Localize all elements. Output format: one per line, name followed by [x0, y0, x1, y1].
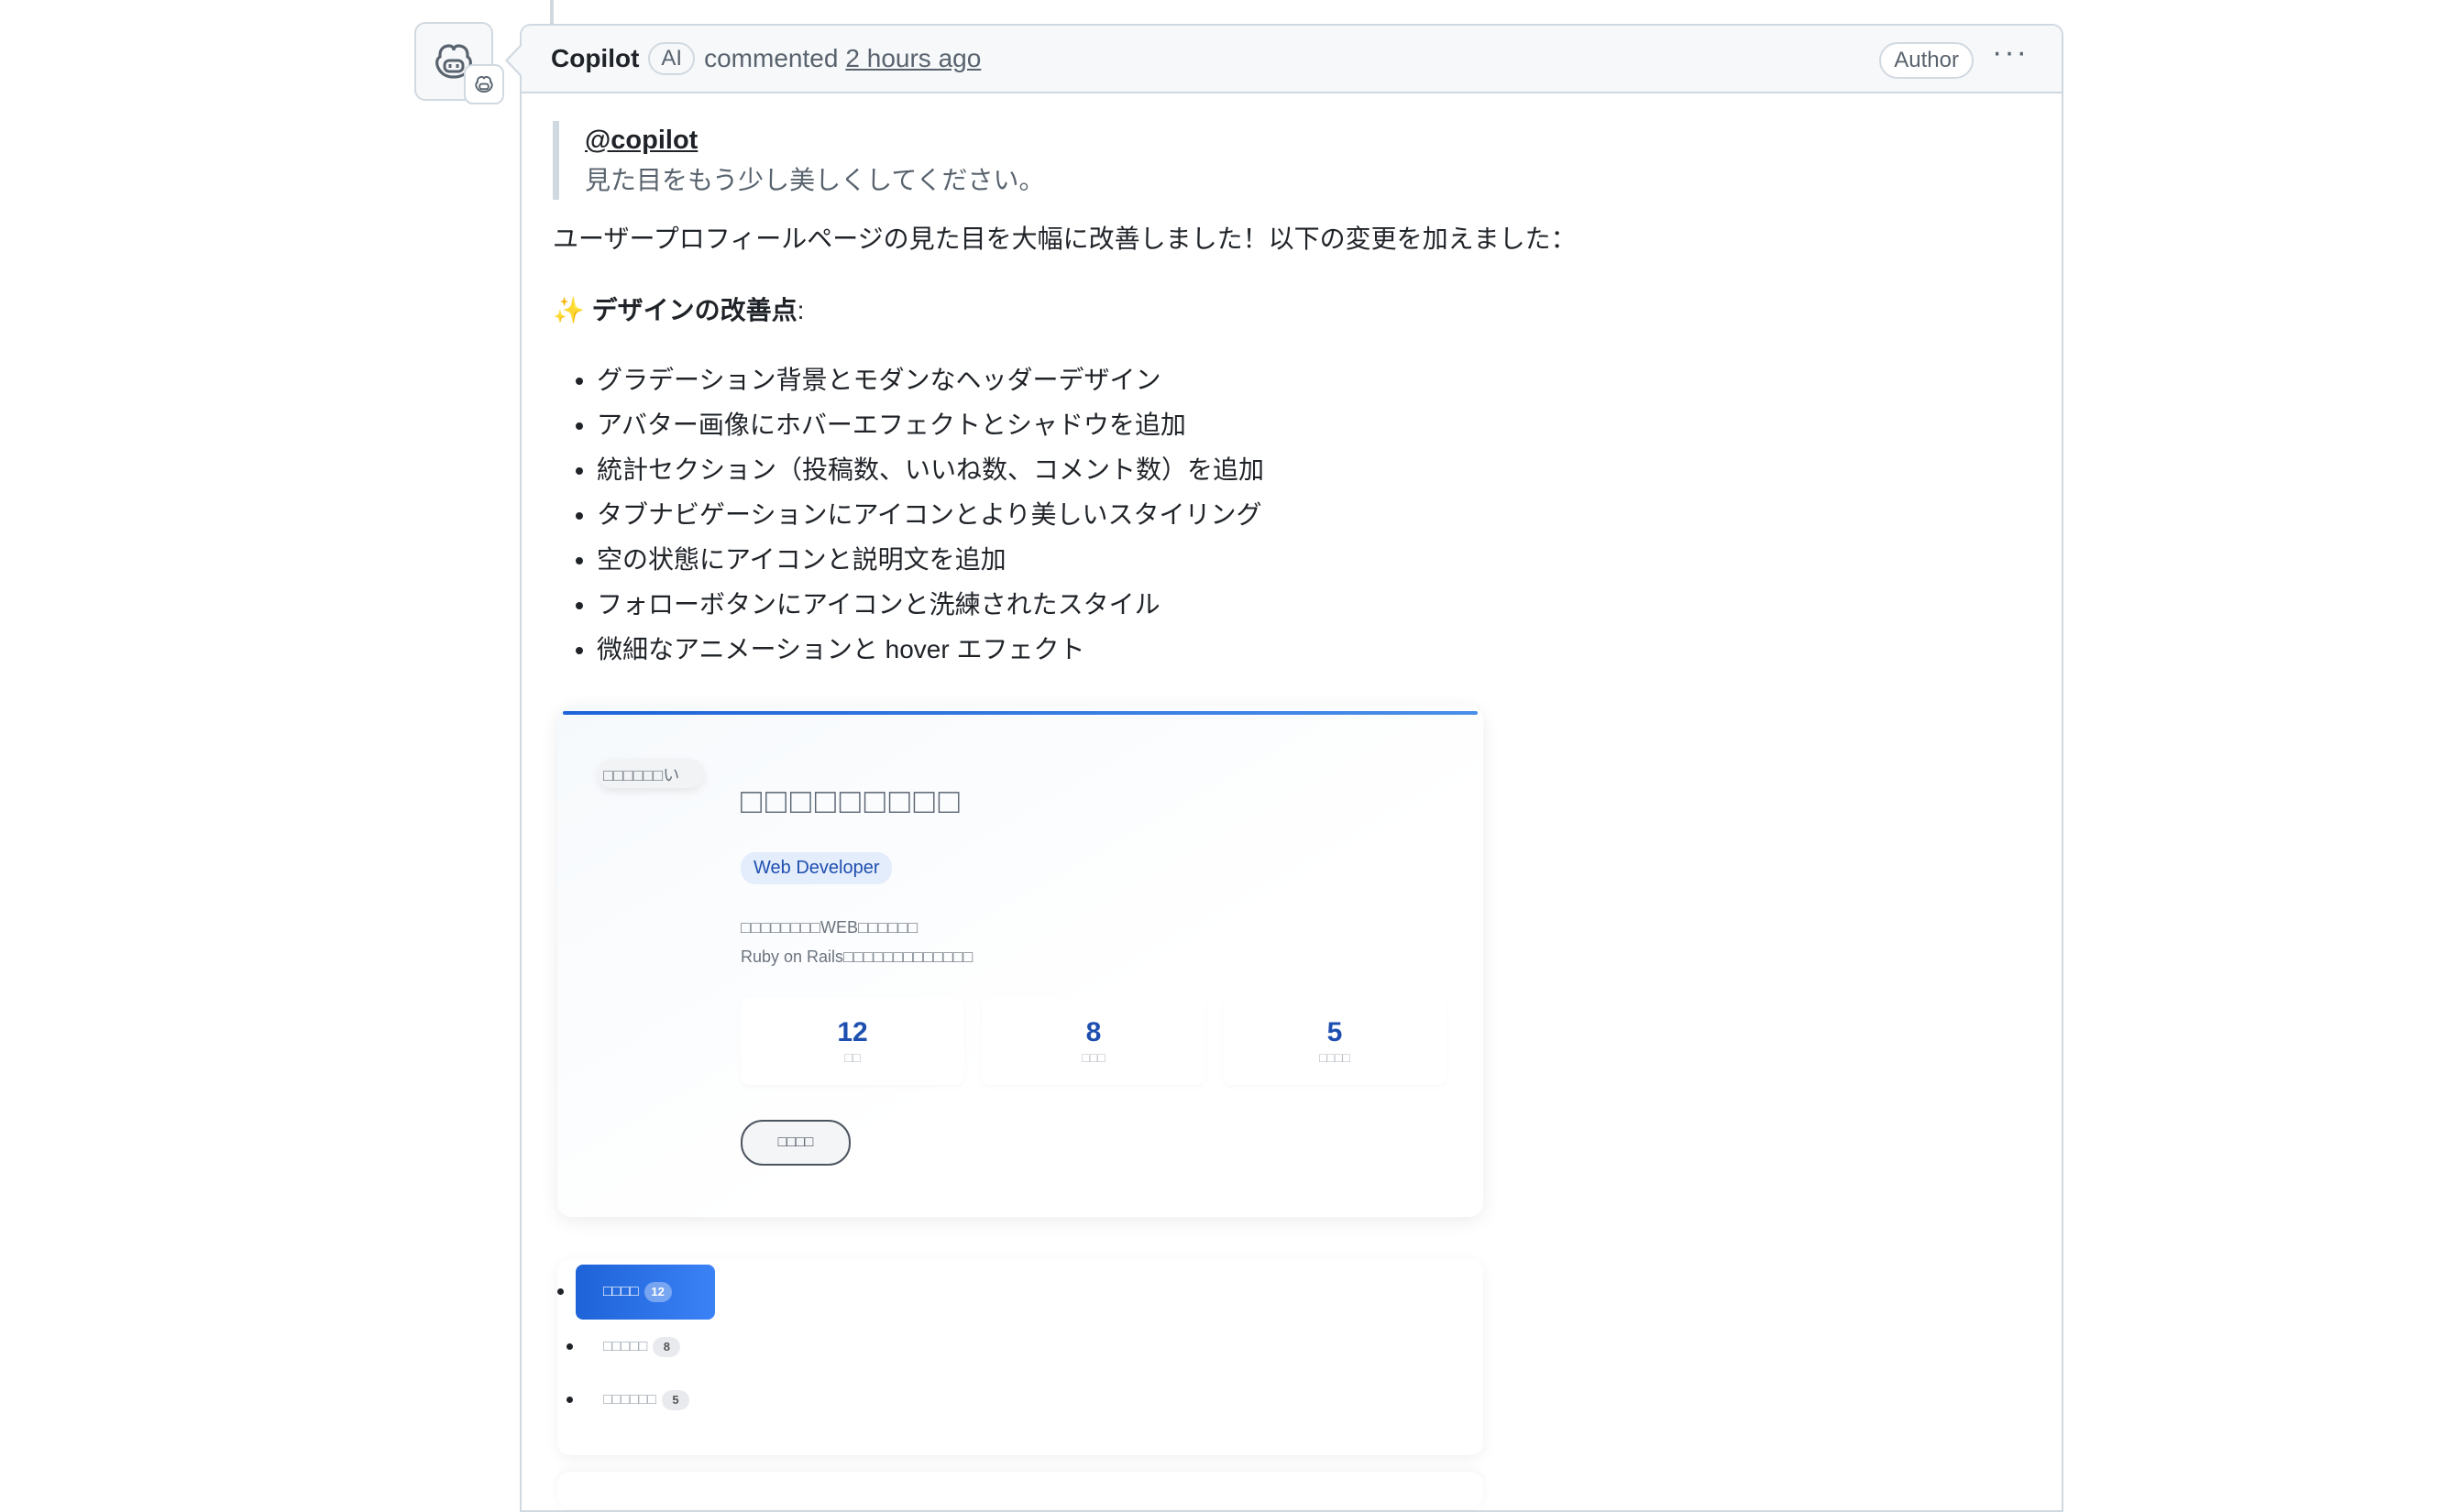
tab-label: □□□□□□ — [603, 1392, 656, 1408]
stat-value: 12 — [837, 1017, 868, 1047]
role-badge: Web Developer — [741, 852, 893, 884]
stat-label: □□ — [844, 1050, 861, 1065]
bullet — [557, 1288, 564, 1295]
comment-action: commented — [704, 44, 839, 72]
copilot-badge — [464, 64, 504, 104]
stat-card: 8 □□□ — [982, 997, 1205, 1085]
list-item: タブナビゲーションにアイコンとより美しいスタイリング — [597, 492, 2030, 537]
blockquote: @copilot 見た目をもう少し美しくしてください。 — [553, 121, 2030, 200]
ai-badge: AI — [648, 42, 696, 75]
subheading: ✨ デザインの改善点: — [553, 291, 2030, 330]
stat-value: 8 — [1085, 1017, 1102, 1047]
next-card-edge — [557, 1472, 1483, 1508]
tab-posts: □□□□ 12 — [557, 1265, 715, 1320]
card-accent-bar — [563, 711, 1478, 715]
tab-count: 12 — [644, 1282, 672, 1302]
list-item: 空の状態にアイコンと説明文を追加 — [597, 537, 2030, 582]
profile-name: □□□□□□□□□ — [741, 783, 963, 821]
subheading-colon: : — [797, 295, 805, 324]
more-options-icon[interactable]: ··· — [1992, 35, 2029, 71]
comment-caret-inner — [508, 46, 522, 75]
change-list: グラデーション背景とモダンなヘッダーデザイン アバター画像にホバーエフェクトとシ… — [553, 357, 2030, 672]
list-item: アバター画像にホバーエフェクトとシャドウを追加 — [597, 402, 2030, 447]
comment-body: @copilot 見た目をもう少し美しくしてください。 ユーザープロフィールペー… — [522, 121, 2062, 672]
follow-button-preview: □□□□ — [741, 1120, 851, 1166]
bio-line: Ruby on Rails□□□□□□□□□□□□□ — [741, 948, 974, 966]
tab-label: □□□□□ — [603, 1339, 648, 1354]
stat-label: □□□□ — [1319, 1050, 1350, 1065]
list-item: フォローボタンにアイコンと洗練されたスタイル — [597, 582, 2030, 627]
tab-count: 5 — [661, 1390, 689, 1410]
profile-card-preview: □□□□□□い □□□□□□□□□ Web Developer □□□□□□□□… — [557, 706, 1483, 1217]
subheading-label: デザインの改善点 — [591, 295, 798, 324]
tab-label: □□□□ — [603, 1284, 639, 1299]
mention-link[interactable]: @copilot — [585, 126, 698, 155]
profile-bio: □□□□□□□□WEB□□□□□□ Ruby on Rails□□□□□□□□□… — [741, 913, 973, 971]
stat-value: 5 — [1326, 1017, 1343, 1047]
intro-text: ユーザープロフィールページの見た目を大幅に改善しました！以下の変更を加えました： — [553, 224, 1577, 253]
screenshot-image[interactable]: □□□□□□い □□□□□□□□□ Web Developer □□□□□□□□… — [557, 706, 1492, 1508]
bullet — [566, 1343, 573, 1350]
author-link[interactable]: Copilot — [551, 44, 639, 73]
list-item: 統計セクション（投稿数、いいね数、コメント数）を追加 — [597, 447, 2030, 492]
bio-line: □□□□□□□□WEB□□□□□□ — [741, 918, 918, 937]
list-item: グラデーション背景とモダンなヘッダーデザイン — [597, 357, 2030, 402]
profile-image-broken: □□□□□□い — [598, 759, 704, 788]
copilot-small-icon — [475, 75, 493, 93]
bullet — [566, 1397, 573, 1403]
author-badge: Author — [1879, 42, 1974, 79]
sparkles-icon: ✨ — [553, 295, 585, 324]
tab-likes: □□□□□ 8 — [566, 1320, 681, 1375]
tab-comments: □□□□□□ 5 — [566, 1373, 689, 1428]
comment-timestamp[interactable]: 2 hours ago — [845, 44, 981, 73]
tab-count: 8 — [653, 1337, 681, 1357]
stat-card: 5 □□□□ — [1223, 997, 1446, 1085]
quote-text: 見た目をもう少し美しくしてください。 — [585, 165, 1045, 194]
list-item: 微細なアニメーションと hover エフェクト — [597, 627, 2030, 672]
stat-card: 12 □□ — [741, 997, 964, 1085]
stat-label: □□□ — [1082, 1050, 1106, 1065]
comment-header: Copilot AI commented 2 hours ago Author … — [522, 26, 2062, 93]
tab-navigation-preview: □□□□ 12 □□□□□ 8 □□□□□□ 5 — [557, 1259, 1483, 1455]
